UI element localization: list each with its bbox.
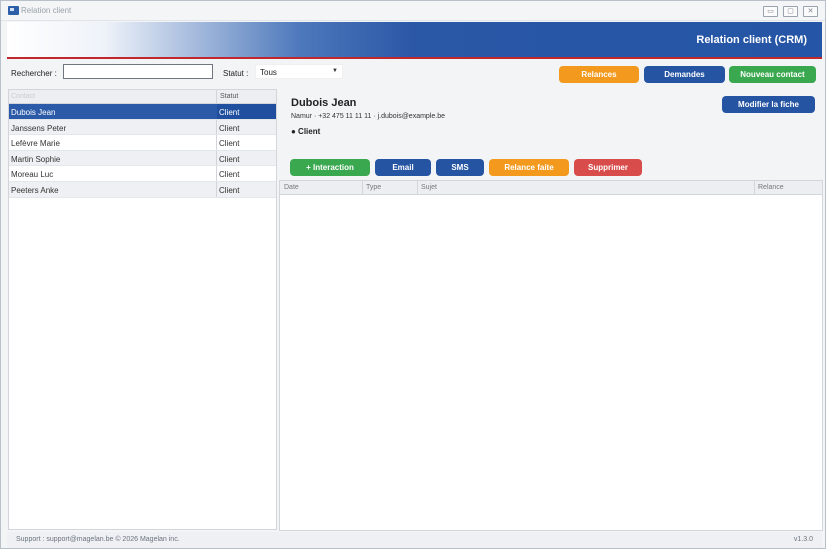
demandes-button[interactable]: Demandes bbox=[644, 66, 725, 83]
supprimer-button[interactable]: Supprimer bbox=[574, 159, 642, 176]
status-filter-select[interactable]: Tous ▼ bbox=[255, 64, 343, 79]
contact-row[interactable]: Lefèvre Marie Client bbox=[9, 135, 276, 151]
contact-row[interactable]: Janssens Peter Client bbox=[9, 119, 276, 136]
add-interaction-button[interactable]: + Interaction bbox=[290, 159, 370, 176]
search-input[interactable] bbox=[63, 64, 213, 79]
column-header-date[interactable]: Date bbox=[284, 184, 299, 191]
column-header-statut[interactable]: Statut bbox=[220, 93, 238, 100]
minimize-icon[interactable]: ▭ bbox=[763, 6, 778, 17]
column-header-sujet[interactable]: Sujet bbox=[421, 184, 437, 191]
app-window: Relation client ▭ ▢ ✕ Relation client (C… bbox=[0, 0, 826, 549]
banner-title: Relation client (CRM) bbox=[696, 34, 807, 46]
contact-row[interactable]: Martin Sophie Client bbox=[9, 150, 276, 167]
contact-detail-status: ● Client bbox=[291, 127, 321, 136]
title-bar: Relation client ▭ ▢ ✕ bbox=[1, 1, 825, 21]
contact-status: Client bbox=[219, 139, 240, 149]
interactions-table-header: Date Type Sujet Relance bbox=[280, 181, 822, 195]
header-banner: Relation client (CRM) bbox=[7, 22, 822, 59]
status-filter-value: Tous bbox=[260, 68, 277, 77]
contact-list: Contact Statut Dubois Jean Client Jansse… bbox=[8, 89, 277, 530]
contact-row[interactable]: Moreau Luc Client bbox=[9, 166, 276, 182]
contact-status: Client bbox=[219, 185, 240, 195]
nouveau-contact-button[interactable]: Nouveau contact bbox=[729, 66, 816, 83]
contact-detail-name: Dubois Jean bbox=[291, 97, 357, 109]
close-icon[interactable]: ✕ bbox=[803, 6, 818, 17]
contact-status: Client bbox=[219, 170, 240, 180]
contact-name: Lefèvre Marie bbox=[11, 139, 60, 149]
contact-name: Janssens Peter bbox=[11, 123, 67, 133]
maximize-icon[interactable]: ▢ bbox=[783, 6, 798, 17]
window-title: Relation client bbox=[21, 6, 72, 15]
contact-name: Martin Sophie bbox=[11, 154, 61, 164]
relance-faite-button[interactable]: Relance faite bbox=[489, 159, 569, 176]
app-icon bbox=[8, 6, 19, 15]
contact-name: Dubois Jean bbox=[11, 108, 56, 117]
contact-status: Client bbox=[219, 123, 240, 133]
contact-row[interactable]: Dubois Jean Client bbox=[9, 104, 276, 120]
contact-row[interactable]: Peeters Anke Client bbox=[9, 181, 276, 198]
contact-name: Peeters Anke bbox=[11, 185, 59, 195]
support-info: Support : support@magelan.be © 2026 Mage… bbox=[16, 536, 180, 543]
column-header-type[interactable]: Type bbox=[366, 184, 381, 191]
chevron-down-icon: ▼ bbox=[332, 68, 338, 74]
search-label: Rechercher : bbox=[11, 69, 57, 78]
version-label: v1.3.0 bbox=[793, 536, 813, 543]
status-filter-label: Statut : bbox=[223, 69, 249, 78]
contact-detail-meta: Namur · +32 475 11 11 11 · j.dubois@exam… bbox=[291, 113, 445, 120]
contact-status: Client bbox=[219, 154, 240, 164]
column-header-contact[interactable]: Contact bbox=[11, 93, 35, 100]
modifier-fiche-button[interactable]: Modifier la fiche bbox=[722, 96, 815, 113]
column-header-relance[interactable]: Relance bbox=[758, 184, 784, 191]
contact-list-header: Contact Statut bbox=[9, 90, 276, 104]
contact-status: Client bbox=[219, 108, 240, 117]
sms-button[interactable]: SMS bbox=[436, 159, 484, 176]
email-button[interactable]: Email bbox=[375, 159, 431, 176]
relances-button[interactable]: Relances bbox=[559, 66, 639, 83]
contact-name: Moreau Luc bbox=[11, 170, 54, 180]
status-bar: Support : support@magelan.be © 2026 Mage… bbox=[7, 532, 822, 548]
interactions-table: Date Type Sujet Relance bbox=[279, 180, 823, 531]
